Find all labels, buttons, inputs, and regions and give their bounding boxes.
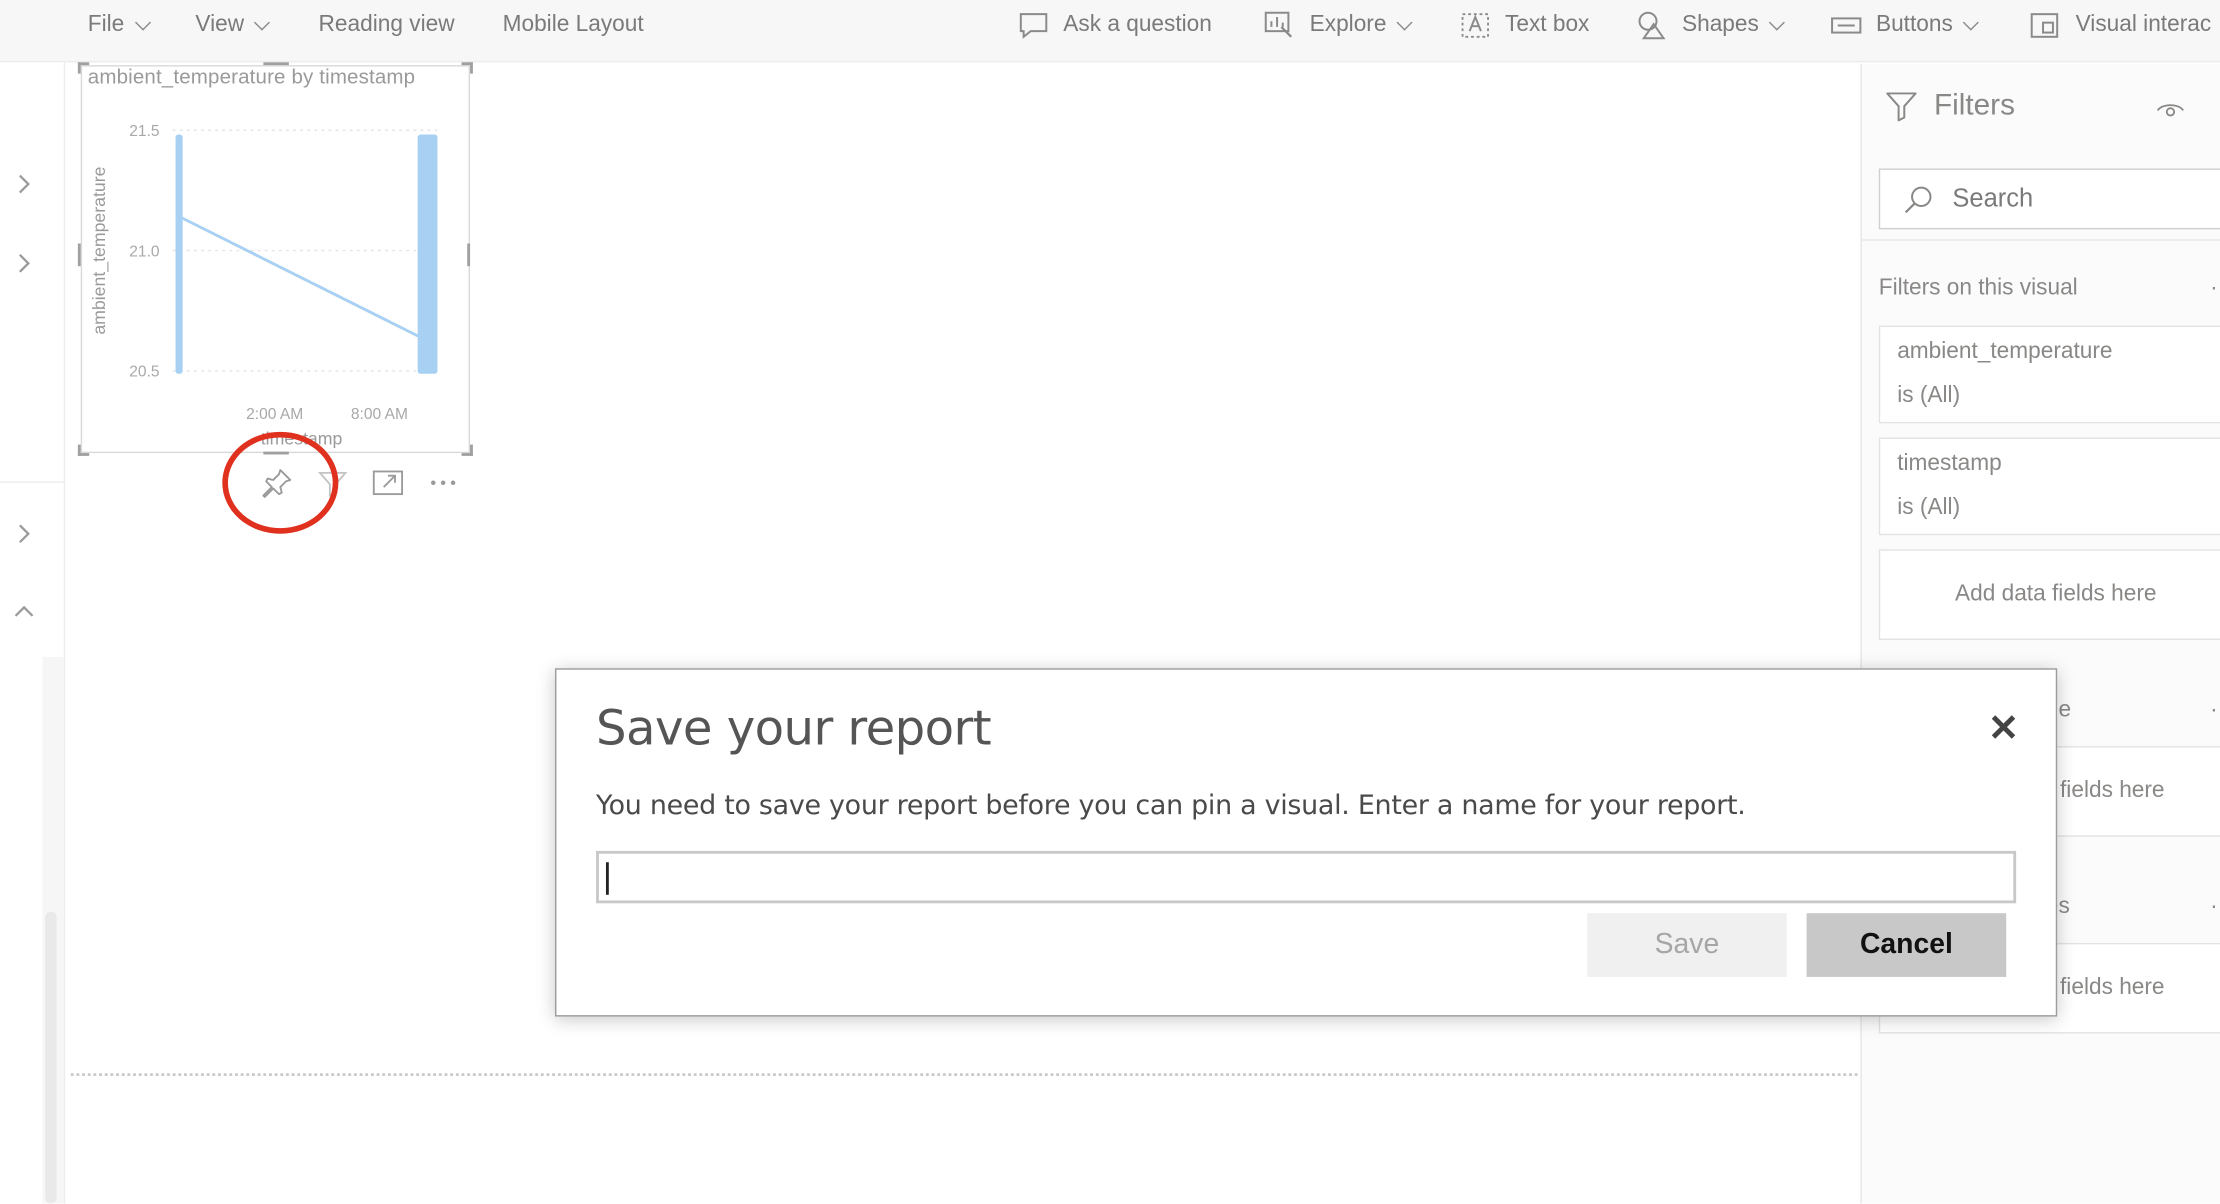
page-boundary-line [70, 1073, 1858, 1077]
text-caret [605, 862, 609, 895]
text-box-label: Text box [1505, 12, 1590, 37]
filter-condition: is (All) [1897, 495, 1961, 520]
explore-chart-icon [1263, 8, 1297, 42]
focus-mode-icon[interactable] [371, 466, 405, 500]
visual-interactions-icon [2029, 8, 2063, 42]
left-rail [0, 62, 66, 1204]
speech-bubble-icon [1017, 8, 1051, 42]
chevron-down-icon [1769, 13, 1786, 30]
chevron-right-icon[interactable] [14, 174, 34, 194]
chart-plot: 21.521.020.52:00 AM 8:00 AMtimestampambie… [89, 123, 439, 449]
chevron-down-icon [134, 13, 151, 30]
filters-title: Filters [1934, 89, 2015, 122]
filter-field-name: timestamp [1897, 451, 2002, 476]
more-options-icon[interactable]: · [2210, 698, 2218, 723]
filter-field-name: ambient_temperature [1897, 339, 2113, 364]
ask-question-button[interactable]: Ask a question [1017, 0, 1212, 51]
scrollbar-thumb[interactable] [45, 911, 57, 1204]
resize-handle[interactable] [467, 243, 478, 267]
button-icon [1829, 8, 1863, 42]
cancel-button[interactable]: Cancel [1806, 913, 2007, 977]
ask-question-label: Ask a question [1063, 12, 1212, 37]
explore-label: Explore [1309, 12, 1387, 37]
resize-handle[interactable] [461, 444, 473, 456]
reading-view-button[interactable]: Reading view [319, 0, 455, 51]
file-menu-label: File [87, 12, 125, 37]
series-line [179, 215, 422, 339]
shapes-icon [1635, 8, 1669, 42]
save-button[interactable]: Save [1587, 913, 1787, 977]
dialog-title: Save your report [596, 700, 992, 758]
view-menu[interactable]: View [195, 0, 271, 51]
search-icon [1904, 185, 1932, 213]
visual-interactions-label: Visual interac [2075, 12, 2212, 37]
more-options-icon[interactable] [426, 466, 460, 500]
mobile-layout-label: Mobile Layout [502, 12, 644, 37]
filter-card-timestamp[interactable]: timestamp is (All) [1878, 437, 2220, 536]
filters-search-box[interactable] [1878, 168, 2220, 230]
more-options-icon[interactable]: · [2210, 276, 2218, 301]
filters-pane: Filters Filters on this visual · ambient… [1860, 63, 2220, 1204]
x-tick-label: 8:00 AM [351, 406, 408, 423]
y-tick-label: 21.0 [129, 243, 160, 260]
search-input[interactable] [1952, 184, 2208, 214]
y-tick-label: 21.5 [129, 123, 159, 140]
chevron-up-icon[interactable] [14, 602, 34, 622]
chevron-down-icon [1396, 13, 1413, 30]
text-box-icon [1458, 8, 1492, 42]
chevron-down-icon [254, 13, 271, 30]
view-menu-label: View [195, 12, 245, 37]
pane-divider [1861, 239, 2220, 241]
line-chart-visual[interactable]: ambient_temperature by timestamp 21.5 21.… [80, 65, 471, 454]
top-ribbon: File View Reading view Mobile Layout Ask… [0, 0, 2220, 63]
mobile-layout-button[interactable]: Mobile Layout [503, 0, 644, 51]
add-data-fields-dropzone[interactable]: Add data fields here [1878, 549, 2220, 640]
resize-handle[interactable] [77, 444, 90, 456]
data-band [175, 134, 183, 374]
reading-view-label: Reading view [318, 12, 455, 37]
explore-menu[interactable]: Explore [1263, 0, 1413, 51]
rail-divider [0, 481, 66, 483]
text-box-button[interactable]: Text box [1458, 0, 1589, 51]
eye-icon[interactable] [2156, 99, 2184, 122]
buttons-label: Buttons [1875, 12, 1953, 37]
more-options-icon[interactable]: · [2210, 895, 2218, 920]
chevron-down-icon [1963, 13, 1980, 30]
resize-handle[interactable] [263, 62, 289, 73]
funnel-icon [1884, 89, 1918, 123]
y-axis-title: ambient_temperature [89, 166, 110, 334]
visual-interactions-button[interactable]: Visual interac [2029, 0, 2211, 51]
data-band [417, 134, 438, 374]
annotation-circle [222, 431, 339, 534]
resize-handle[interactable] [461, 62, 473, 74]
close-icon[interactable]: ✕ [1985, 709, 2022, 746]
shapes-menu[interactable]: Shapes [1635, 0, 1786, 51]
chevron-right-icon[interactable] [14, 524, 34, 544]
filter-card-ambient-temperature[interactable]: ambient_temperature is (All) [1878, 325, 2220, 424]
resize-handle[interactable] [77, 243, 89, 267]
filters-header: Filters [1884, 89, 2015, 123]
chevron-right-icon[interactable] [14, 253, 34, 273]
filter-condition: is (All) [1897, 383, 1961, 408]
report-name-input[interactable] [596, 850, 2017, 904]
buttons-menu[interactable]: Buttons [1829, 0, 1980, 51]
shapes-label: Shapes [1681, 12, 1759, 37]
save-report-dialog: Save your report ✕ You need to save your… [555, 668, 2058, 1017]
x-tick-label: 2:00 AM [246, 406, 303, 423]
y-tick-label: 20.5 [129, 364, 159, 381]
file-menu[interactable]: File [87, 0, 151, 51]
resize-handle[interactable] [77, 62, 90, 74]
filters-on-visual-heading: Filters on this visual [1878, 276, 2078, 301]
dialog-message: You need to save your report before you … [596, 790, 1746, 822]
